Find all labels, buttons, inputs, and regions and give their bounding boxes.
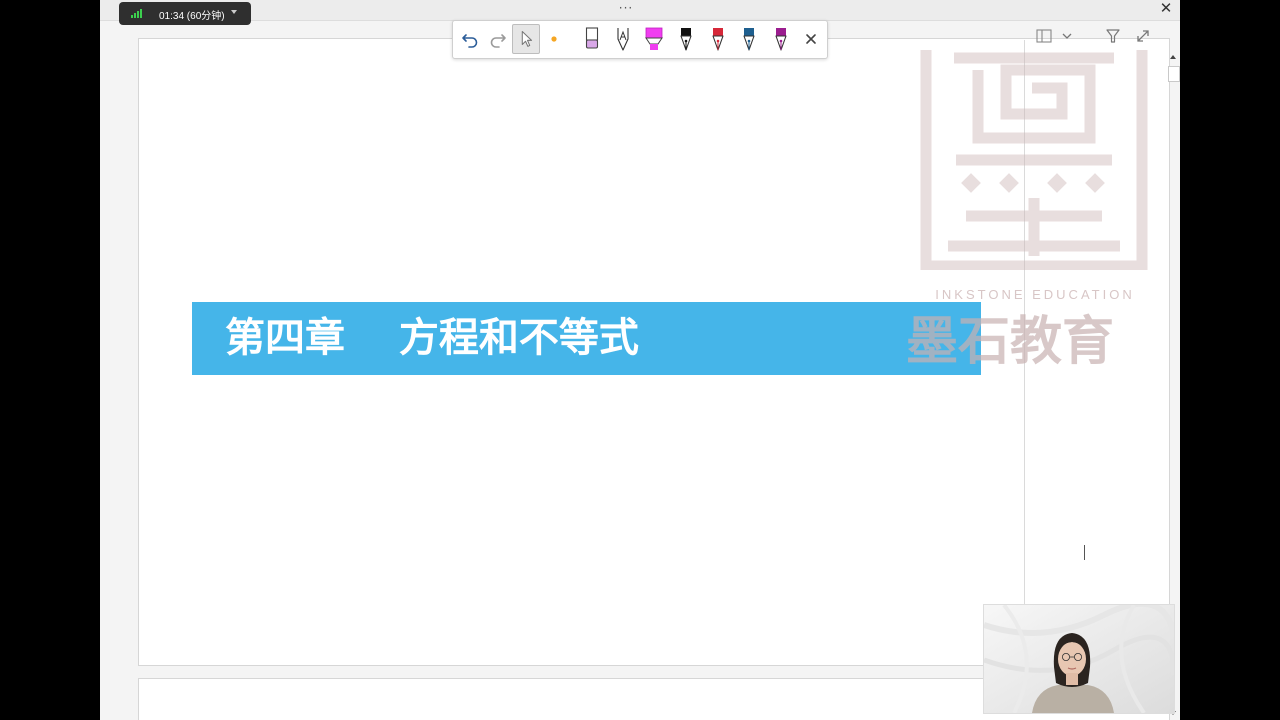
close-icon — [806, 34, 816, 44]
text-insertion-cursor — [1084, 545, 1085, 560]
timer-text: 01:34 (60分钟) — [159, 11, 225, 22]
watermark-english: INKSTONE EDUCATION — [935, 287, 1135, 302]
expand-button[interactable] — [1134, 27, 1152, 45]
session-timer: 01:34 (60分钟) — [119, 2, 251, 25]
layout-dropdown[interactable] — [1035, 27, 1075, 45]
highlighter-icon — [645, 27, 663, 50]
pen-red-icon — [712, 28, 724, 51]
pen-black-button[interactable] — [673, 26, 699, 52]
highlighter-button[interactable] — [641, 26, 667, 52]
scrollbar-thumb[interactable] — [1168, 66, 1180, 82]
presenter-video-image — [984, 605, 1174, 713]
layout-icon — [1036, 29, 1072, 43]
undo-button[interactable] — [457, 26, 483, 52]
pen-purple-button[interactable] — [768, 26, 794, 52]
signal-strength-icon — [131, 9, 143, 18]
window-close-button[interactable]: ✕ — [1158, 0, 1174, 18]
filter-icon — [1106, 29, 1120, 43]
toolbar-close-button[interactable] — [798, 26, 824, 52]
chapter-banner: 第四章 方程和不等式 — [192, 302, 981, 375]
pen-blue-icon — [743, 28, 755, 51]
pencil-button[interactable] — [610, 26, 636, 52]
drag-handle[interactable]: ··· — [616, 1, 636, 15]
pen-red-button[interactable] — [705, 26, 731, 52]
undo-icon — [462, 34, 478, 48]
eraser-button[interactable] — [579, 26, 605, 52]
annotation-toolbar — [452, 20, 828, 59]
pen-blue-button[interactable] — [736, 26, 762, 52]
watermark-seal-logo — [920, 50, 1148, 270]
timer-dropdown-caret-icon[interactable] — [231, 10, 237, 14]
watermark-chinese: 墨石教育 — [906, 311, 1115, 372]
laser-dot-icon — [551, 36, 557, 42]
redo-button[interactable] — [485, 26, 511, 52]
laser-pointer-button[interactable] — [541, 26, 567, 52]
select-tool-button[interactable] — [512, 24, 540, 54]
filter-button[interactable] — [1104, 27, 1122, 45]
pen-black-icon — [680, 28, 692, 51]
pointer-icon — [521, 30, 533, 47]
expand-icon — [1137, 30, 1149, 42]
pencil-icon — [617, 28, 629, 51]
chapter-title: 第四章 方程和不等式 — [225, 314, 639, 361]
scroll-up-arrow-icon[interactable] — [1168, 52, 1178, 62]
window-titlebar[interactable]: ··· ✕ — [100, 0, 1180, 21]
redo-icon — [490, 34, 506, 48]
eraser-icon — [585, 27, 599, 49]
webcam-preview[interactable] — [983, 604, 1175, 714]
pen-purple-icon — [775, 28, 787, 51]
